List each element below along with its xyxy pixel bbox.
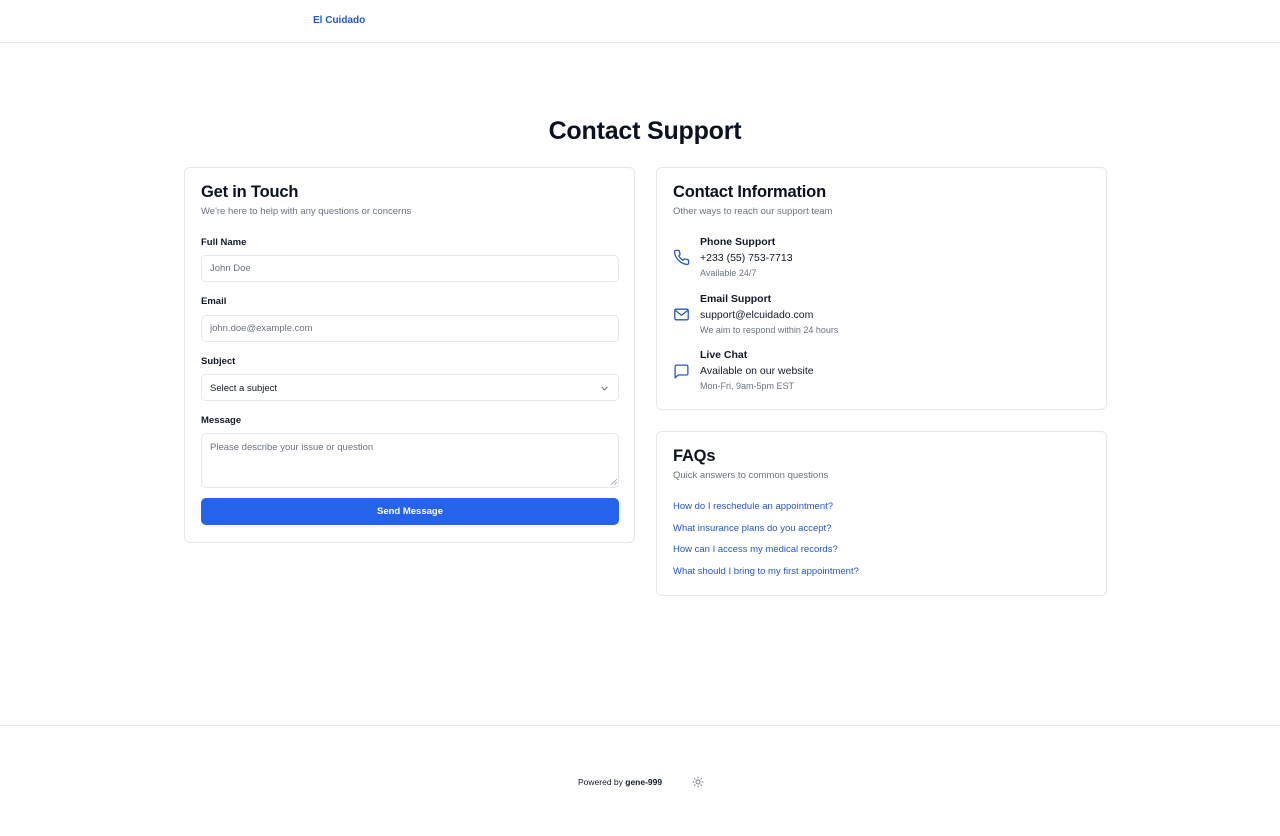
faq-link[interactable]: What should I bring to my first appointm… [673,566,859,577]
contact-item-title: Phone Support [700,236,776,248]
send-message-button[interactable]: Send Message [201,498,619,525]
faq-card: FAQs Quick answers to common questions H… [656,431,1107,596]
email-input[interactable] [201,315,619,342]
support-email: support@elcuidado.com [700,309,814,321]
powered-by-brand: gene-999 [625,777,663,787]
subject-selected-value: Select a subject [210,383,278,394]
faq-card-subtitle: Quick answers to common questions [673,470,829,481]
powered-by-prefix: Powered by [578,777,623,787]
contact-item-title: Live Chat [700,349,748,361]
message-wrapper [185,433,636,488]
contact-item-note: We aim to respond within 24 hours [700,325,839,335]
subject-select[interactable]: Select a subject [201,374,619,401]
faq-link[interactable]: How can I access my medical records? [673,544,838,555]
sun-icon[interactable] [692,776,704,788]
contact-form-card: Get in Touch We're here to help with any… [184,167,635,543]
page-title: Contact Support [548,117,742,145]
contact-item-email: Email Support support@elcuidado.com We a… [673,293,1073,343]
contact-item-chat: Live Chat Available on our website Mon-F… [673,349,1073,399]
contact-item-title: Email Support [700,293,772,305]
chat-icon [674,364,689,379]
brand-link[interactable]: El Cuidado [313,15,365,26]
phone-number: +233 (55) 753-7713 [700,252,793,264]
message-textarea[interactable] [201,433,619,488]
phone-icon [673,249,690,266]
form-card-title: Get in Touch [201,183,299,201]
faq-card-title: FAQs [673,447,716,465]
contact-info-card: Contact Information Other ways to reach … [656,167,1107,410]
full-name-input[interactable] [201,255,619,282]
resize-handle-icon[interactable] [611,479,617,485]
contact-card-title: Contact Information [673,183,826,201]
message-label: Message [201,415,242,426]
contact-item-note: Available 24/7 [700,268,757,278]
top-nav: El Cuidado [0,0,1280,43]
email-label: Email [201,296,227,307]
powered-by-text: Powered by gene-999 [578,777,662,787]
chat-availability: Available on our website [700,365,814,377]
contact-card-subtitle: Other ways to reach our support team [673,206,833,217]
footer: Powered by gene-999 [0,725,1280,836]
chevron-down-icon [601,386,608,391]
faq-link[interactable]: How do I reschedule an appointment? [673,501,833,512]
contact-item-phone: Phone Support +233 (55) 753-7713 Availab… [673,236,1073,286]
mail-icon [674,308,689,321]
full-name-label: Full Name [201,237,247,248]
faq-link[interactable]: What insurance plans do you accept? [673,523,831,534]
contact-item-note: Mon-Fri, 9am-5pm EST [700,381,795,391]
form-card-subtitle: We're here to help with any questions or… [201,206,412,217]
subject-label: Subject [201,356,236,367]
